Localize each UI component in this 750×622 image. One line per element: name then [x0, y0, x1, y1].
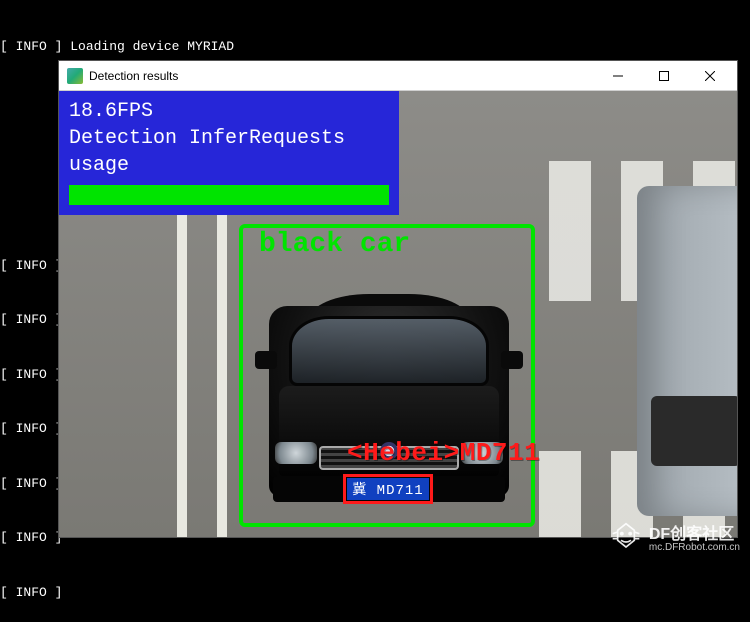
fps-hud: 18.6FPS Detection InferRequests usage: [59, 91, 399, 215]
usage-bar-fill: [69, 185, 389, 205]
parked-van: [637, 186, 737, 516]
window-title: Detection results: [89, 69, 595, 83]
watermark: DF创客社区 mc.DFRobot.com.cn: [609, 520, 740, 553]
log-line: [ INFO ]: [0, 584, 750, 602]
titlebar[interactable]: Detection results: [59, 61, 737, 91]
plate-bounding-box: [343, 474, 433, 504]
log-line: [ INFO ] Loading device MYRIAD: [0, 38, 750, 56]
usage-label: Detection InferRequests usage: [69, 125, 389, 179]
app-icon: [67, 68, 83, 84]
close-button[interactable]: [687, 61, 733, 91]
watermark-brand: DF创客社区: [649, 526, 734, 543]
maximize-button[interactable]: [641, 61, 687, 91]
video-viewport: 18.6FPS Detection InferRequests usage bl…: [59, 91, 737, 537]
watermark-url: mc.DFRobot.com.cn: [649, 542, 740, 553]
watermark-text: DF创客社区 mc.DFRobot.com.cn: [649, 520, 740, 553]
dfrobot-logo-icon: [609, 522, 643, 552]
car-class-label: black car: [259, 229, 410, 260]
minimize-button[interactable]: [595, 61, 641, 91]
plate-recognition-label: <Hebei>MD711: [347, 438, 540, 468]
fps-value: 18.6FPS: [69, 98, 389, 125]
detection-window: Detection results: [58, 60, 738, 538]
usage-bar: [69, 185, 389, 205]
